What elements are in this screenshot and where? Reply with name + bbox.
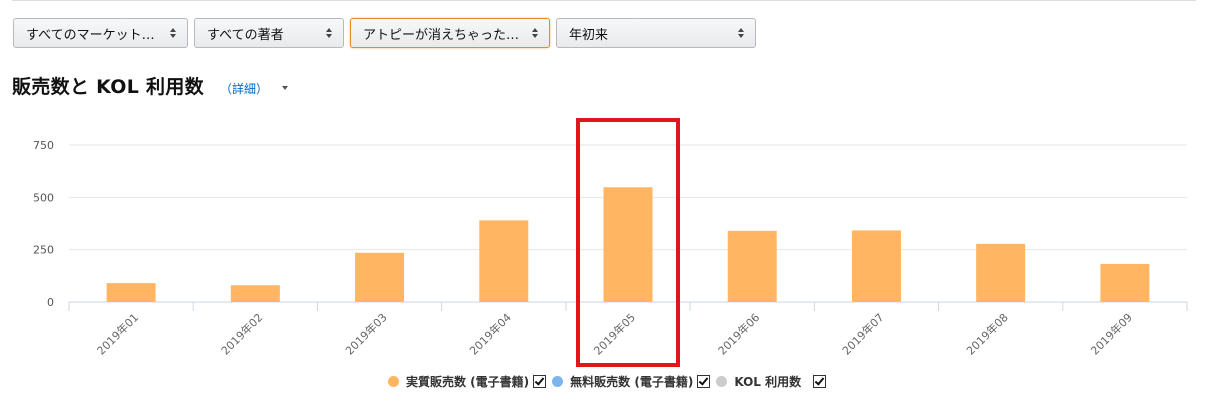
legend-checkbox[interactable] (533, 375, 547, 388)
filter-bar: すべてのマーケット… すべての著者 アトピーが消えちゃった… 年初来 (13, 18, 756, 48)
x-tick-label: 2019年05 (591, 310, 638, 357)
author-select-value: すべての著者 (207, 27, 284, 43)
x-tick-label: 2019年06 (715, 310, 762, 357)
legend-label: KOL 利用数 (734, 375, 802, 389)
x-tick-label: 2019年02 (218, 310, 265, 357)
bar (976, 243, 1026, 302)
select-arrows-icon (737, 27, 745, 39)
bar (479, 220, 529, 302)
top-divider (12, 0, 1196, 1)
chart-header: 販売数と KOL 利用数 （詳細） (12, 72, 288, 99)
bar (727, 230, 777, 302)
legend-label: 実質販売数 (電子書籍) (406, 375, 530, 389)
legend-checkbox[interactable] (813, 375, 827, 388)
legend-dot-icon (552, 376, 564, 387)
y-tick-label: 250 (33, 244, 54, 257)
title-select[interactable]: アトピーが消えちゃった… (350, 18, 550, 48)
chart-legend: 実質販売数 (電子書籍) 無料販売数 (電子書籍) KOL 利用数 (388, 373, 832, 390)
period-select[interactable]: 年初来 (556, 18, 756, 48)
x-tick-label: 2019年08 (963, 310, 1010, 357)
select-arrows-icon (531, 27, 539, 39)
marketplace-select-value: すべてのマーケット… (26, 27, 155, 43)
chevron-down-icon[interactable] (281, 86, 288, 90)
legend-item-paid-sales[interactable]: 実質販売数 (電子書籍) (388, 373, 547, 390)
x-tick-label: 2019年09 (1088, 310, 1135, 357)
detail-link[interactable]: （詳細） (220, 80, 268, 97)
period-select-value: 年初来 (569, 27, 609, 43)
author-select[interactable]: すべての著者 (194, 18, 344, 48)
page-title: 販売数と KOL 利用数 (12, 76, 204, 98)
marketplace-select[interactable]: すべてのマーケット… (13, 18, 188, 48)
y-tick-label: 0 (47, 296, 54, 309)
y-tick-label: 500 (33, 191, 54, 204)
bar (355, 252, 405, 302)
select-arrows-icon (169, 27, 177, 39)
bar (106, 283, 156, 302)
bar (603, 187, 653, 302)
legend-dot-icon (716, 376, 728, 387)
legend-label: 無料販売数 (電子書籍) (570, 375, 694, 389)
x-tick-label: 2019年07 (839, 310, 886, 357)
select-arrows-icon (325, 27, 333, 39)
legend-checkbox[interactable] (697, 375, 711, 388)
legend-dot-icon (388, 376, 399, 387)
x-tick-label: 2019年04 (467, 310, 514, 357)
sales-bar-chart: 0 250 500 750 2019年01 2019年02 2019年03 2019年04 20… (33, 118, 1188, 367)
y-tick-label: 750 (33, 139, 54, 152)
legend-item-kol[interactable]: KOL 利用数 (716, 373, 827, 390)
x-tick-label: 2019年03 (342, 310, 389, 357)
legend-item-free-sales[interactable]: 無料販売数 (電子書籍) (552, 373, 711, 390)
bar (1100, 263, 1150, 302)
bar (230, 285, 280, 302)
title-select-value: アトピーが消えちゃった… (363, 27, 520, 43)
bar (851, 230, 901, 302)
x-tick-label: 2019年01 (94, 310, 141, 357)
